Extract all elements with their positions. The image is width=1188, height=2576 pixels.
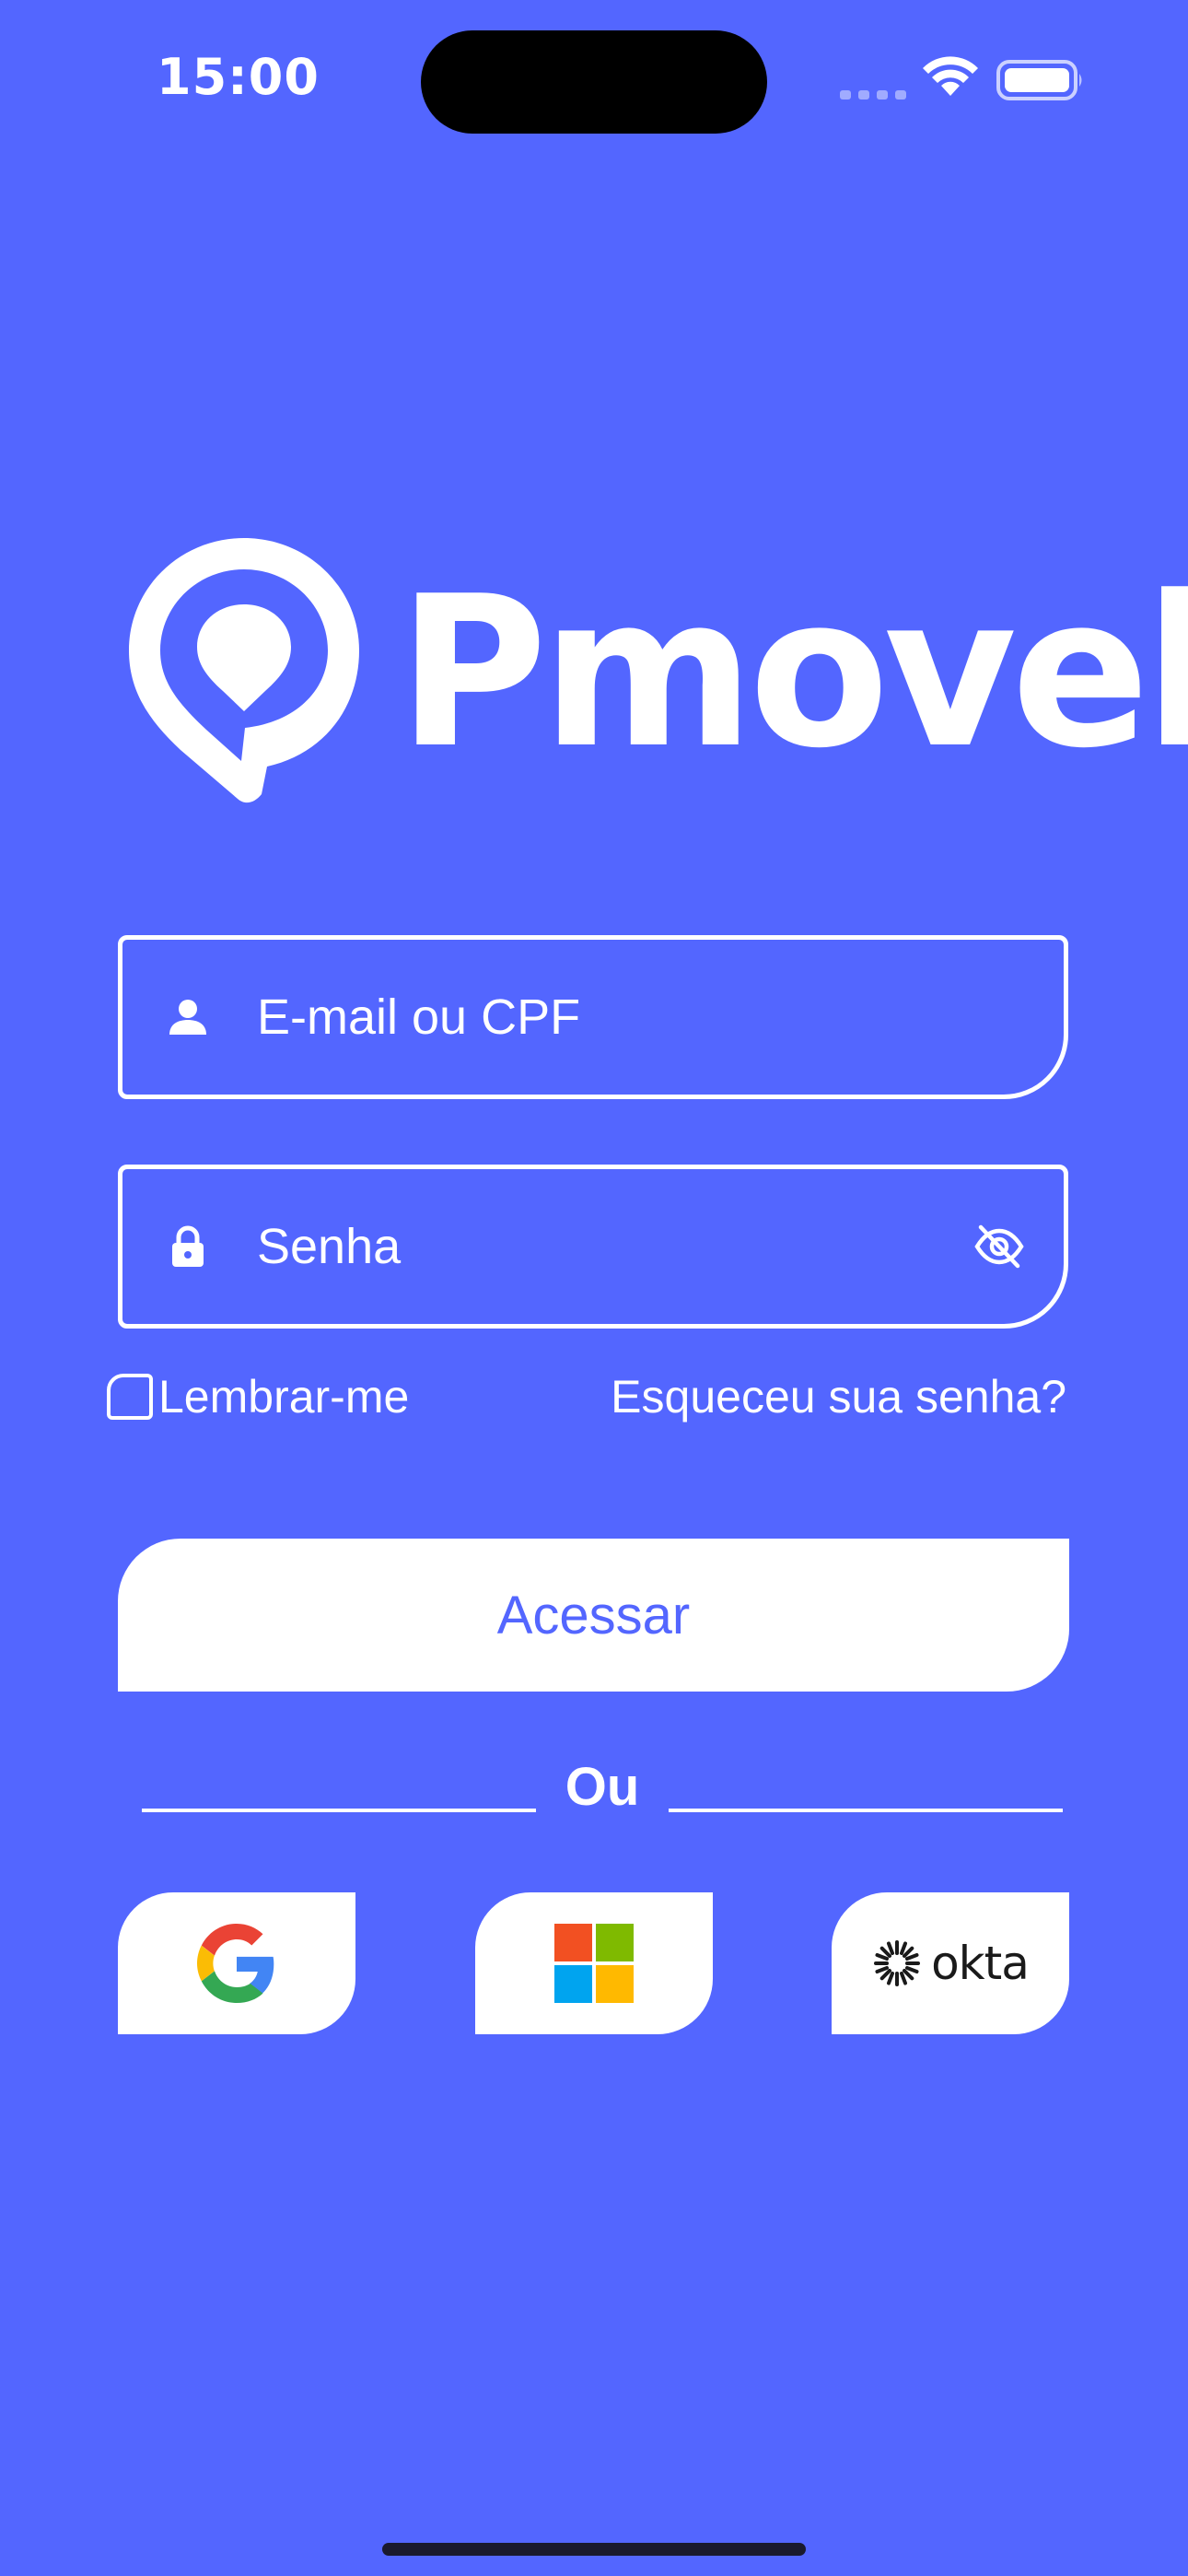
okta-login-button[interactable]: okta bbox=[832, 1892, 1069, 2034]
email-input[interactable] bbox=[255, 940, 972, 1095]
microsoft-login-button[interactable] bbox=[475, 1892, 713, 2034]
remember-me[interactable]: Lembrar-me bbox=[107, 1369, 409, 1424]
battery-icon bbox=[996, 60, 1082, 100]
lock-icon bbox=[172, 1225, 204, 1267]
password-input[interactable] bbox=[255, 1169, 972, 1324]
user-icon bbox=[169, 1000, 206, 1035]
forgot-password-link[interactable]: Esqueceu sua senha? bbox=[611, 1369, 1066, 1424]
divider-line-right bbox=[669, 1809, 1063, 1812]
home-indicator[interactable] bbox=[382, 2543, 806, 2556]
microsoft-icon bbox=[554, 1924, 634, 2003]
remember-checkbox[interactable] bbox=[107, 1374, 153, 1420]
okta-icon bbox=[874, 1940, 921, 1986]
divider-line-left bbox=[142, 1809, 536, 1812]
dynamic-island bbox=[421, 30, 767, 134]
brand-logo-text: Pmovel bbox=[398, 552, 1188, 794]
access-button[interactable]: Acessar bbox=[118, 1539, 1069, 1692]
email-field[interactable] bbox=[118, 935, 1068, 1099]
wifi-icon bbox=[923, 56, 978, 96]
password-field[interactable] bbox=[118, 1165, 1068, 1329]
status-time: 15:00 bbox=[157, 48, 320, 106]
okta-label: okta bbox=[931, 1937, 1030, 1990]
location-pin-icon bbox=[129, 538, 359, 803]
eye-slash-icon[interactable] bbox=[973, 1224, 1025, 1270]
divider-label: Ou bbox=[565, 1757, 640, 1817]
google-login-button[interactable] bbox=[118, 1892, 355, 2034]
google-icon bbox=[197, 1924, 274, 2003]
cellular-signal-icon bbox=[840, 90, 906, 100]
remember-label: Lembrar-me bbox=[158, 1371, 410, 1423]
